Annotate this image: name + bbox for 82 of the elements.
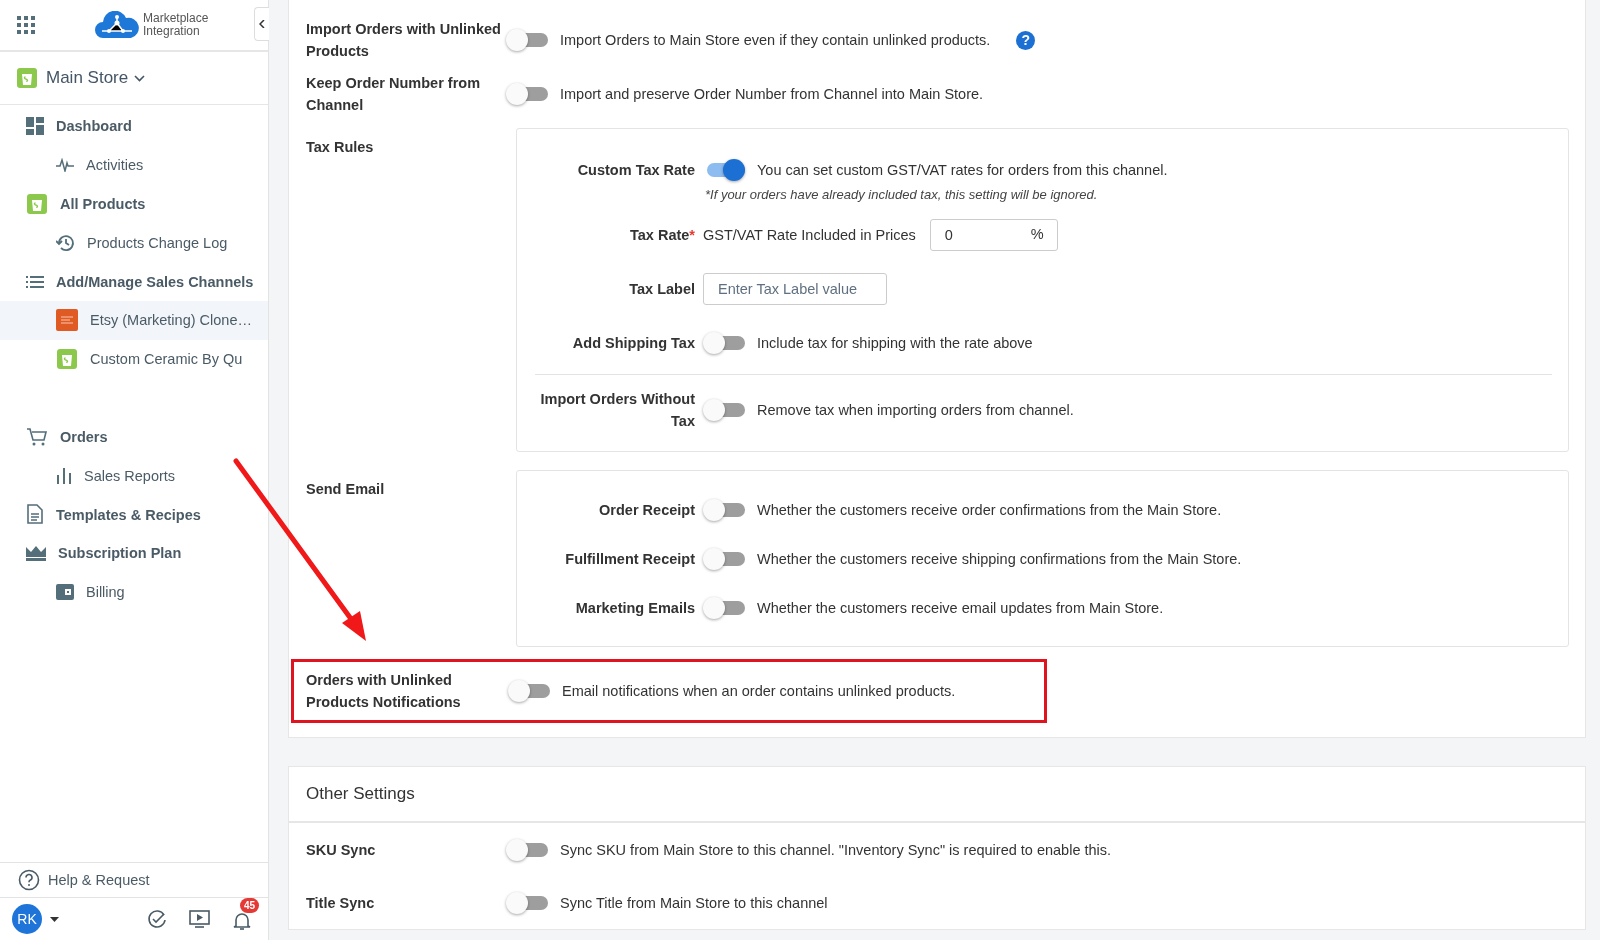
toggle-switch[interactable] <box>506 838 548 861</box>
nav-item[interactable]: All Products <box>0 184 268 224</box>
setting-label: Add Shipping Tax <box>571 334 695 353</box>
setting-description: You can set custom GST/VAT rates for orders from this channel. <box>757 162 1168 178</box>
toggle-switch[interactable] <box>703 498 745 521</box>
setting-label: Keep Order Number from Channel <box>306 74 482 115</box>
setting-description: Remove tax when importing orders from channel. <box>757 402 1074 418</box>
setting-label: Custom Tax Rate <box>576 161 695 180</box>
setting-label: Tax Rate* <box>628 226 695 245</box>
question-circle-icon <box>18 869 40 891</box>
crown-icon <box>26 545 46 562</box>
setting-description: Include tax for shipping with the rate above <box>757 335 1033 351</box>
setting-description: Import Orders to Main Store even if they contain unlinked products. <box>560 32 991 48</box>
caret-icon[interactable] <box>50 916 59 922</box>
tile-icon <box>56 309 78 332</box>
history-icon <box>56 233 75 252</box>
nav-item[interactable]: Products Change Log <box>0 223 268 263</box>
cart-icon <box>26 426 48 447</box>
tax-label-field[interactable]: Enter Tax Label value <box>703 273 887 305</box>
toggle-switch[interactable] <box>703 399 745 421</box>
setting-description: Whether the customers receive email updates from Main Store. <box>757 599 1164 616</box>
bell-icon[interactable] <box>232 911 252 931</box>
help-icon[interactable]: ? <box>1016 30 1036 50</box>
toggle-switch[interactable] <box>703 332 745 354</box>
app-name: Marketplace Integration <box>143 12 210 38</box>
pulse-icon <box>56 158 74 173</box>
notification-badge: 45 <box>240 898 260 913</box>
setting-label: Import Orders with Unlinked Products <box>306 20 502 61</box>
setting-description: Email notifications when an order contains unlinked products. <box>562 683 956 699</box>
nav-item[interactable]: Templates & Recipes <box>0 495 268 534</box>
dashboard-icon <box>26 117 44 136</box>
chevron-down-icon <box>134 74 146 82</box>
nav-item[interactable]: Sales Reports <box>0 456 268 496</box>
setting-label: Import Orders Without Tax <box>539 390 695 431</box>
setting-description: GST/VAT Rate Included in Prices <box>703 227 916 243</box>
nav-item[interactable]: Custom Ceramic By Qu <box>0 339 268 379</box>
setting-description: Whether the customers receive shipping confirmations from the Main Store. <box>757 550 1242 567</box>
unit-label: % <box>1030 226 1044 242</box>
card-title: Other Settings <box>289 767 1585 823</box>
nav-item[interactable]: Dashboard <box>0 107 268 146</box>
store-selector[interactable]: Main Store <box>46 68 146 88</box>
shopping-bag-icon <box>16 67 38 89</box>
setting-description: Sync Title from Main Store to this channel <box>560 894 828 911</box>
nav-item[interactable]: Add/Manage Sales Channels <box>0 262 268 301</box>
user-avatar[interactable]: RK <box>12 904 42 934</box>
shopping-bag-icon <box>26 193 48 215</box>
nav-item[interactable]: Activities <box>0 145 268 185</box>
video-icon[interactable] <box>189 909 210 929</box>
setting-label: Title Sync <box>306 893 376 913</box>
check-circle-icon[interactable] <box>147 909 167 929</box>
nav-item[interactable]: Billing <box>0 572 268 612</box>
toggle-switch[interactable] <box>506 83 548 105</box>
setting-description: Import and preserve Order Number from Channel into Main Store. <box>560 86 984 102</box>
help-link[interactable]: Help & Request <box>0 862 268 898</box>
nav-item[interactable]: Subscription Plan <box>0 533 268 573</box>
toggle-switch[interactable] <box>506 891 548 914</box>
setting-label: Orders with Unlinked Products Notifications <box>306 671 462 712</box>
setting-label: Tax Label <box>628 280 695 299</box>
toggle-switch[interactable] <box>508 680 550 702</box>
chevron-left-icon <box>259 20 265 28</box>
wallet-icon <box>56 584 74 601</box>
shopping-bag-icon <box>56 348 78 371</box>
bar-chart-icon <box>56 467 72 484</box>
apps-grid-icon[interactable] <box>17 16 35 34</box>
cloud-logo-icon <box>95 11 139 39</box>
toggle-switch[interactable] <box>703 596 745 619</box>
setting-description: Whether the customers receive order confirmations from the Main Store. <box>757 501 1222 518</box>
list-icon <box>26 274 44 289</box>
section-label: Send Email <box>306 480 386 499</box>
toggle-switch[interactable] <box>506 29 548 51</box>
setting-label: Order Receipt <box>598 500 695 520</box>
nav-item[interactable]: Etsy (Marketing) Clone… <box>0 301 268 340</box>
setting-note: *If your orders have already included tax, this setting will be ignored. <box>705 187 1099 202</box>
setting-label: Marketing Emails <box>574 598 695 618</box>
toggle-switch[interactable] <box>703 547 745 570</box>
document-icon <box>26 504 44 526</box>
collapse-button[interactable] <box>254 7 269 41</box>
nav-item[interactable]: Orders <box>0 417 268 457</box>
setting-description: Sync SKU from Main Store to this channel. "Inventory Sync" is required to enable this. <box>560 841 1112 858</box>
setting-label: SKU Sync <box>306 840 377 860</box>
setting-label: Fulfillment Receipt <box>564 549 695 569</box>
section-label: Tax Rules <box>306 138 375 157</box>
